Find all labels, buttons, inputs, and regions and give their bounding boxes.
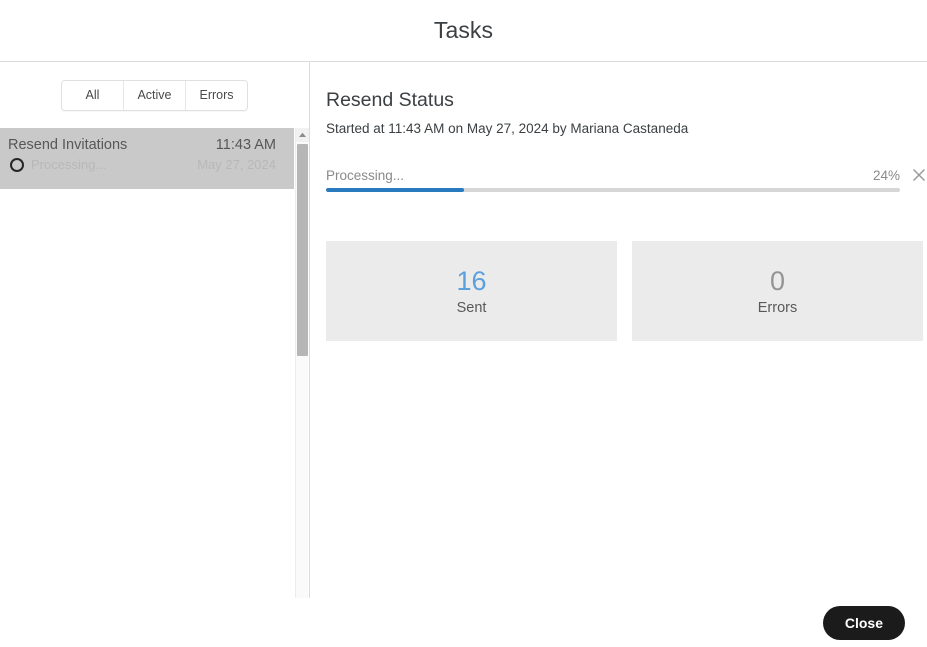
task-list-item[interactable]: Resend Invitations Processing... 11:43 A… — [0, 128, 294, 189]
sidebar-scrollbar[interactable] — [295, 128, 309, 598]
dismiss-progress-button[interactable] — [910, 166, 927, 184]
filter-button-active[interactable]: Active — [124, 80, 186, 110]
stat-label-errors: Errors — [757, 300, 798, 316]
stat-card-errors: 0 Errors — [632, 241, 923, 341]
task-item-primary: Resend Invitations Processing... — [8, 136, 127, 173]
task-item-time: 11:43 AM — [215, 137, 276, 153]
detail-subtitle: Started at 11:43 AM on May 27, 2024 by M… — [326, 121, 689, 136]
stat-card-sent: 16 Sent — [326, 241, 617, 341]
task-item-date: May 27, 2024 — [197, 157, 276, 172]
stats-row: 16 Sent 0 Errors — [326, 241, 927, 341]
page-title: Tasks — [433, 17, 494, 43]
dialog-footer: Close — [0, 598, 927, 647]
task-item-meta: 11:43 AM May 27, 2024 — [197, 136, 276, 173]
window-titlebar: Tasks — [0, 0, 927, 62]
filter-segmented-control: All Active Errors — [61, 79, 248, 111]
close-button[interactable]: Close — [822, 605, 905, 640]
stat-value-errors: 0 — [769, 266, 786, 296]
progress-fill — [326, 188, 464, 192]
stat-label-sent: Sent — [456, 300, 487, 316]
filter-toolbar: All Active Errors — [0, 62, 309, 128]
progress-labels: Processing... 24% — [326, 168, 900, 183]
scrollbar-thumb[interactable] — [297, 144, 308, 356]
progress-percent-label: 24% — [872, 168, 900, 183]
chevron-up-icon — [299, 132, 306, 137]
task-item-title: Resend Invitations — [8, 137, 128, 153]
task-item-status-row: Processing... — [8, 157, 127, 173]
filter-button-errors[interactable]: Errors — [186, 80, 247, 110]
detail-title: Resend Status — [326, 89, 454, 111]
stat-value-sent: 16 — [456, 266, 487, 296]
progress-section: Processing... 24% — [326, 168, 926, 192]
scroll-up-button[interactable] — [296, 128, 309, 142]
close-x-icon — [912, 168, 926, 182]
progress-status-label: Processing... — [326, 168, 405, 183]
task-item-status: Processing... — [31, 157, 107, 172]
task-sidebar: All Active Errors Resend Invitations Pro… — [0, 62, 310, 598]
spinner-icon — [10, 158, 24, 172]
task-detail-panel: Resend Status Started at 11:43 AM on May… — [310, 62, 927, 598]
content-area: All Active Errors Resend Invitations Pro… — [0, 62, 927, 598]
progress-track — [326, 188, 900, 192]
filter-button-all[interactable]: All — [62, 80, 124, 110]
task-list: Resend Invitations Processing... 11:43 A… — [0, 128, 309, 598]
